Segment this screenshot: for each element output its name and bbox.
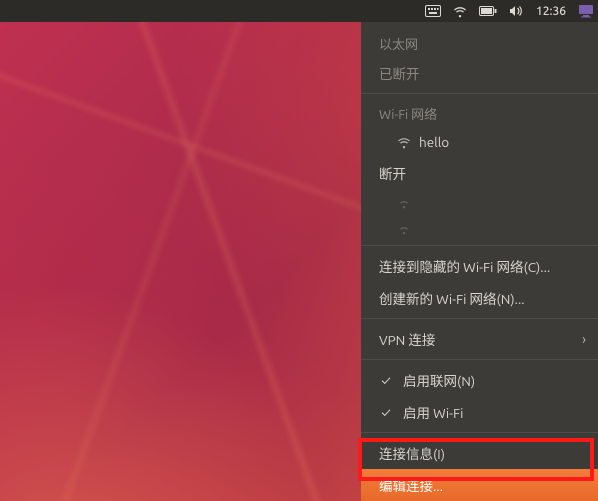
- connect-hidden-text: 连接到隐藏的 Wi-Fi 网络(C)...: [379, 256, 550, 276]
- wifi-empty-slot-2: [361, 215, 598, 241]
- session-indicator[interactable]: [578, 4, 594, 18]
- network-indicator[interactable]: [453, 4, 467, 18]
- wifi-signal-icon: [397, 221, 411, 235]
- chevron-right-icon: ›: [582, 331, 586, 347]
- enable-wifi-text: 启用 Wi-Fi: [403, 402, 463, 422]
- battery-icon: [479, 6, 497, 16]
- separator: [361, 432, 598, 433]
- network-menu: 以太网 已断开 Wi-Fi 网络 hello 断开 连接到隐藏的 Wi-Fi 网…: [361, 22, 598, 501]
- wifi-icon: [453, 4, 467, 18]
- wifi-network-hello[interactable]: hello: [361, 127, 598, 157]
- edit-connections-item[interactable]: 编辑连接...: [361, 469, 598, 501]
- vpn-submenu-item[interactable]: VPN 连接 ›: [361, 323, 598, 355]
- checkmark-icon: ✓: [379, 404, 393, 420]
- vpn-text: VPN 连接: [379, 329, 435, 349]
- keyboard-icon: [425, 5, 441, 17]
- enable-networking-text: 启用联网(N): [403, 370, 475, 390]
- separator: [361, 93, 598, 94]
- create-new-text: 创建新的 Wi-Fi 网络(N)...: [379, 288, 525, 308]
- separator: [361, 359, 598, 360]
- separator: [361, 245, 598, 246]
- monitor-icon: [578, 4, 594, 18]
- ethernet-section-header: 以太网: [361, 28, 598, 57]
- ethernet-disconnected-item: 已断开: [361, 57, 598, 89]
- ethernet-status-text: 已断开: [379, 63, 420, 83]
- wifi-disconnect-item[interactable]: 断开: [361, 157, 598, 189]
- connection-info-text: 连接信息(I): [379, 443, 445, 463]
- checkmark-icon: ✓: [379, 372, 393, 388]
- wifi-section-header: Wi-Fi 网络: [361, 98, 598, 127]
- wifi-signal-icon: [397, 195, 411, 209]
- volume-icon: [509, 5, 524, 17]
- keyboard-indicator[interactable]: [425, 5, 441, 17]
- enable-networking-toggle[interactable]: ✓ 启用联网(N): [361, 364, 598, 396]
- wifi-disconnect-text: 断开: [379, 163, 406, 183]
- battery-indicator[interactable]: [479, 6, 497, 16]
- top-panel: 12:36: [0, 0, 598, 22]
- connection-info-item[interactable]: 连接信息(I): [361, 437, 598, 469]
- connect-hidden-wifi-item[interactable]: 连接到隐藏的 Wi-Fi 网络(C)...: [361, 250, 598, 282]
- wifi-empty-slot-1: [361, 189, 598, 215]
- sound-indicator[interactable]: [509, 5, 524, 17]
- clock[interactable]: 12:36: [536, 5, 566, 18]
- enable-wifi-toggle[interactable]: ✓ 启用 Wi-Fi: [361, 396, 598, 428]
- wifi-network-name: hello: [419, 134, 449, 150]
- wifi-signal-icon: [397, 135, 411, 149]
- create-new-wifi-item[interactable]: 创建新的 Wi-Fi 网络(N)...: [361, 282, 598, 314]
- separator: [361, 318, 598, 319]
- edit-connections-text: 编辑连接...: [379, 475, 443, 495]
